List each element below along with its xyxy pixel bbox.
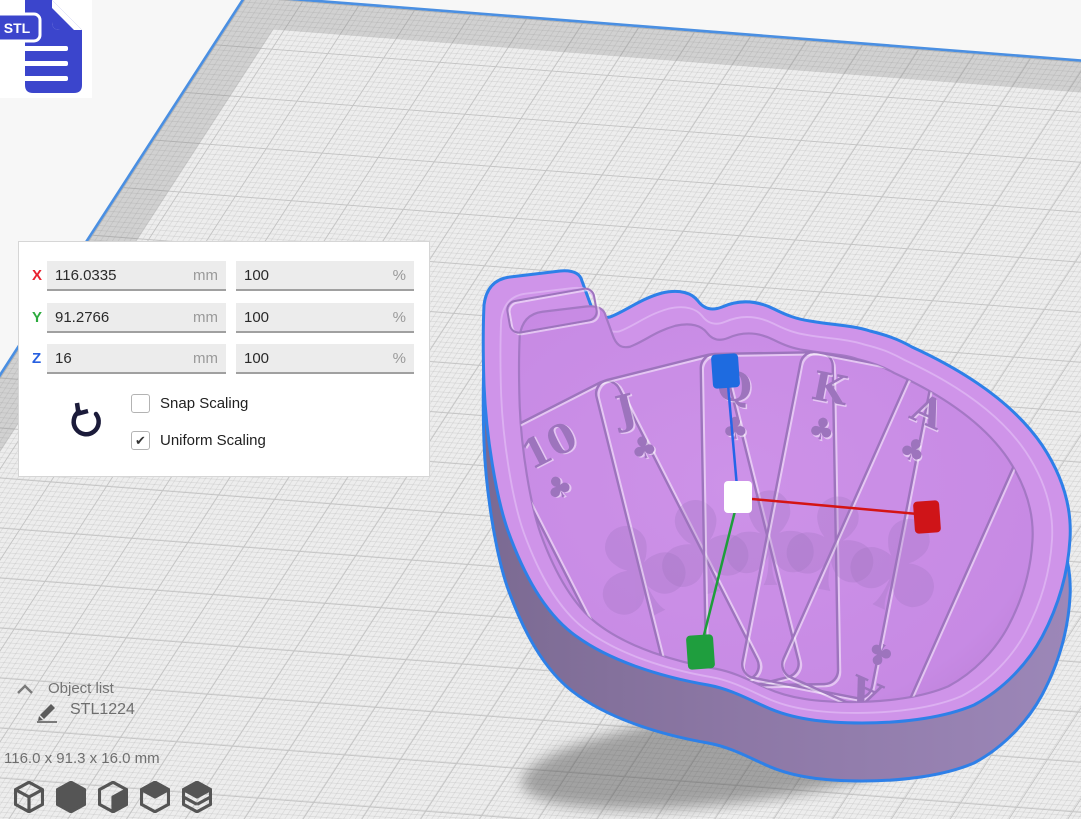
checkmark-icon: ✔ [135,434,146,447]
uniform-scaling-label: Uniform Scaling [160,432,266,449]
stl-file-card: STL [0,0,92,98]
mm-unit-label: mm [193,267,218,284]
axis-x-label: X [32,267,42,284]
snap-scaling-label: Snap Scaling [160,395,248,412]
object-list-header[interactable]: Object list [48,680,114,697]
print-as-support-icon[interactable] [56,781,86,813]
scale-z-percent-value: 100 [244,350,269,367]
model-dimensions-label: 116.0 x 91.3 x 16.0 mm [4,750,160,767]
mm-unit-label: mm [193,350,218,367]
scale-y-mm-value: 91.2766 [55,309,109,326]
normal-mesh-icon[interactable] [14,781,44,813]
dont-support-overlaps-icon[interactable] [140,781,170,813]
chevron-up-icon[interactable] [14,682,36,698]
axis-y-label: Y [32,309,42,326]
anti-overhang-mesh-icon[interactable] [182,781,212,813]
gizmo-z-handle[interactable] [711,353,740,389]
model-3d-view[interactable]: 1010♣♣♣JJ♣♣♣QQ♣♣♣KK♣♣♣AA♣♣♣A♣ [440,255,1081,819]
club-suit-icon: ♣ [722,411,750,446]
scale-y-percent-input[interactable]: 100 % [236,303,414,333]
scale-y-percent-value: 100 [244,309,269,326]
scale-z-mm-input[interactable]: 16 mm [47,344,226,374]
scale-y-mm-input[interactable]: 91.2766 mm [47,303,226,333]
mm-unit-label: mm [193,309,218,326]
pencil-icon[interactable] [34,700,60,724]
percent-unit-label: % [393,309,406,326]
scale-row-x: X 116.0335 mm 100 % [19,261,429,291]
gizmo-y-handle[interactable] [686,634,715,670]
gizmo-center-handle[interactable] [724,481,752,513]
gizmo-x-handle[interactable] [913,500,941,534]
scale-x-percent-input[interactable]: 100 % [236,261,414,291]
scale-z-percent-input[interactable]: 100 % [236,344,414,374]
snap-scaling-checkbox[interactable]: ✔ [131,394,150,413]
uniform-scaling-checkbox[interactable]: ✔ [131,431,150,450]
scale-row-y: Y 91.2766 mm 100 % [19,303,429,333]
percent-unit-label: % [393,267,406,284]
scale-x-mm-value: 116.0335 [55,267,116,284]
viewport: 1010♣♣♣JJ♣♣♣QQ♣♣♣KK♣♣♣AA♣♣♣A♣ STL X [0,0,1081,819]
percent-unit-label: % [393,350,406,367]
uniform-scaling-row: ✔ Uniform Scaling [131,431,266,450]
scale-z-mm-value: 16 [55,350,72,367]
scale-x-mm-input[interactable]: 116.0335 mm [47,261,226,291]
axis-z-label: Z [32,350,41,367]
object-list-item-name[interactable]: STL1224 [70,701,135,719]
scale-tool-panel: X 116.0335 mm 100 % Y 91.2766 mm 100 % Z [18,241,430,477]
stl-file-icon: STL [0,0,92,98]
reset-scale-button[interactable] [65,402,107,444]
modify-overlaps-mesh-icon[interactable] [98,781,128,813]
scale-row-z: Z 16 mm 100 % [19,344,429,374]
snap-scaling-row: ✔ Snap Scaling [131,394,248,413]
scale-x-percent-value: 100 [244,267,269,284]
mesh-type-toolbar [14,781,212,813]
stl-badge-label: STL [4,20,31,36]
